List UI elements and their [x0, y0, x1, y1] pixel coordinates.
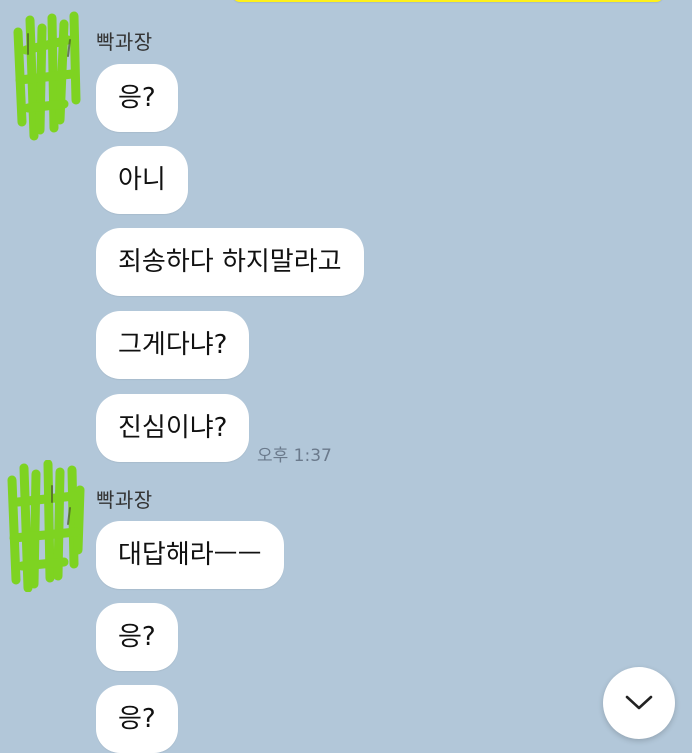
scroll-to-bottom-button[interactable] — [603, 667, 675, 739]
sender-avatar[interactable] — [4, 460, 90, 592]
sender-avatar[interactable] — [6, 10, 92, 142]
message-bubble[interactable]: 응? — [96, 685, 178, 753]
message-bubble[interactable]: 아니 — [96, 146, 188, 214]
sender-name: 빡과장 — [96, 488, 153, 512]
message-bubble[interactable]: 대답해라ㅡㅡ — [96, 521, 284, 589]
message-bubble[interactable]: 죄송하다 하지말라고 — [96, 228, 364, 296]
previous-message-bubble — [232, 0, 664, 2]
message-bubble[interactable]: 응? — [96, 603, 178, 671]
message-bubble[interactable]: 그게다냐? — [96, 311, 250, 379]
green-scribble-avatar-icon — [7, 460, 85, 592]
green-scribble-avatar-icon — [13, 11, 81, 141]
chevron-down-icon — [625, 695, 653, 710]
sender-name: 빡과장 — [96, 30, 153, 54]
message-bubble[interactable]: 응? — [96, 64, 178, 132]
message-bubble[interactable]: 진심이냐? — [96, 394, 250, 462]
message-timestamp: 오후 1:37 — [257, 446, 332, 466]
